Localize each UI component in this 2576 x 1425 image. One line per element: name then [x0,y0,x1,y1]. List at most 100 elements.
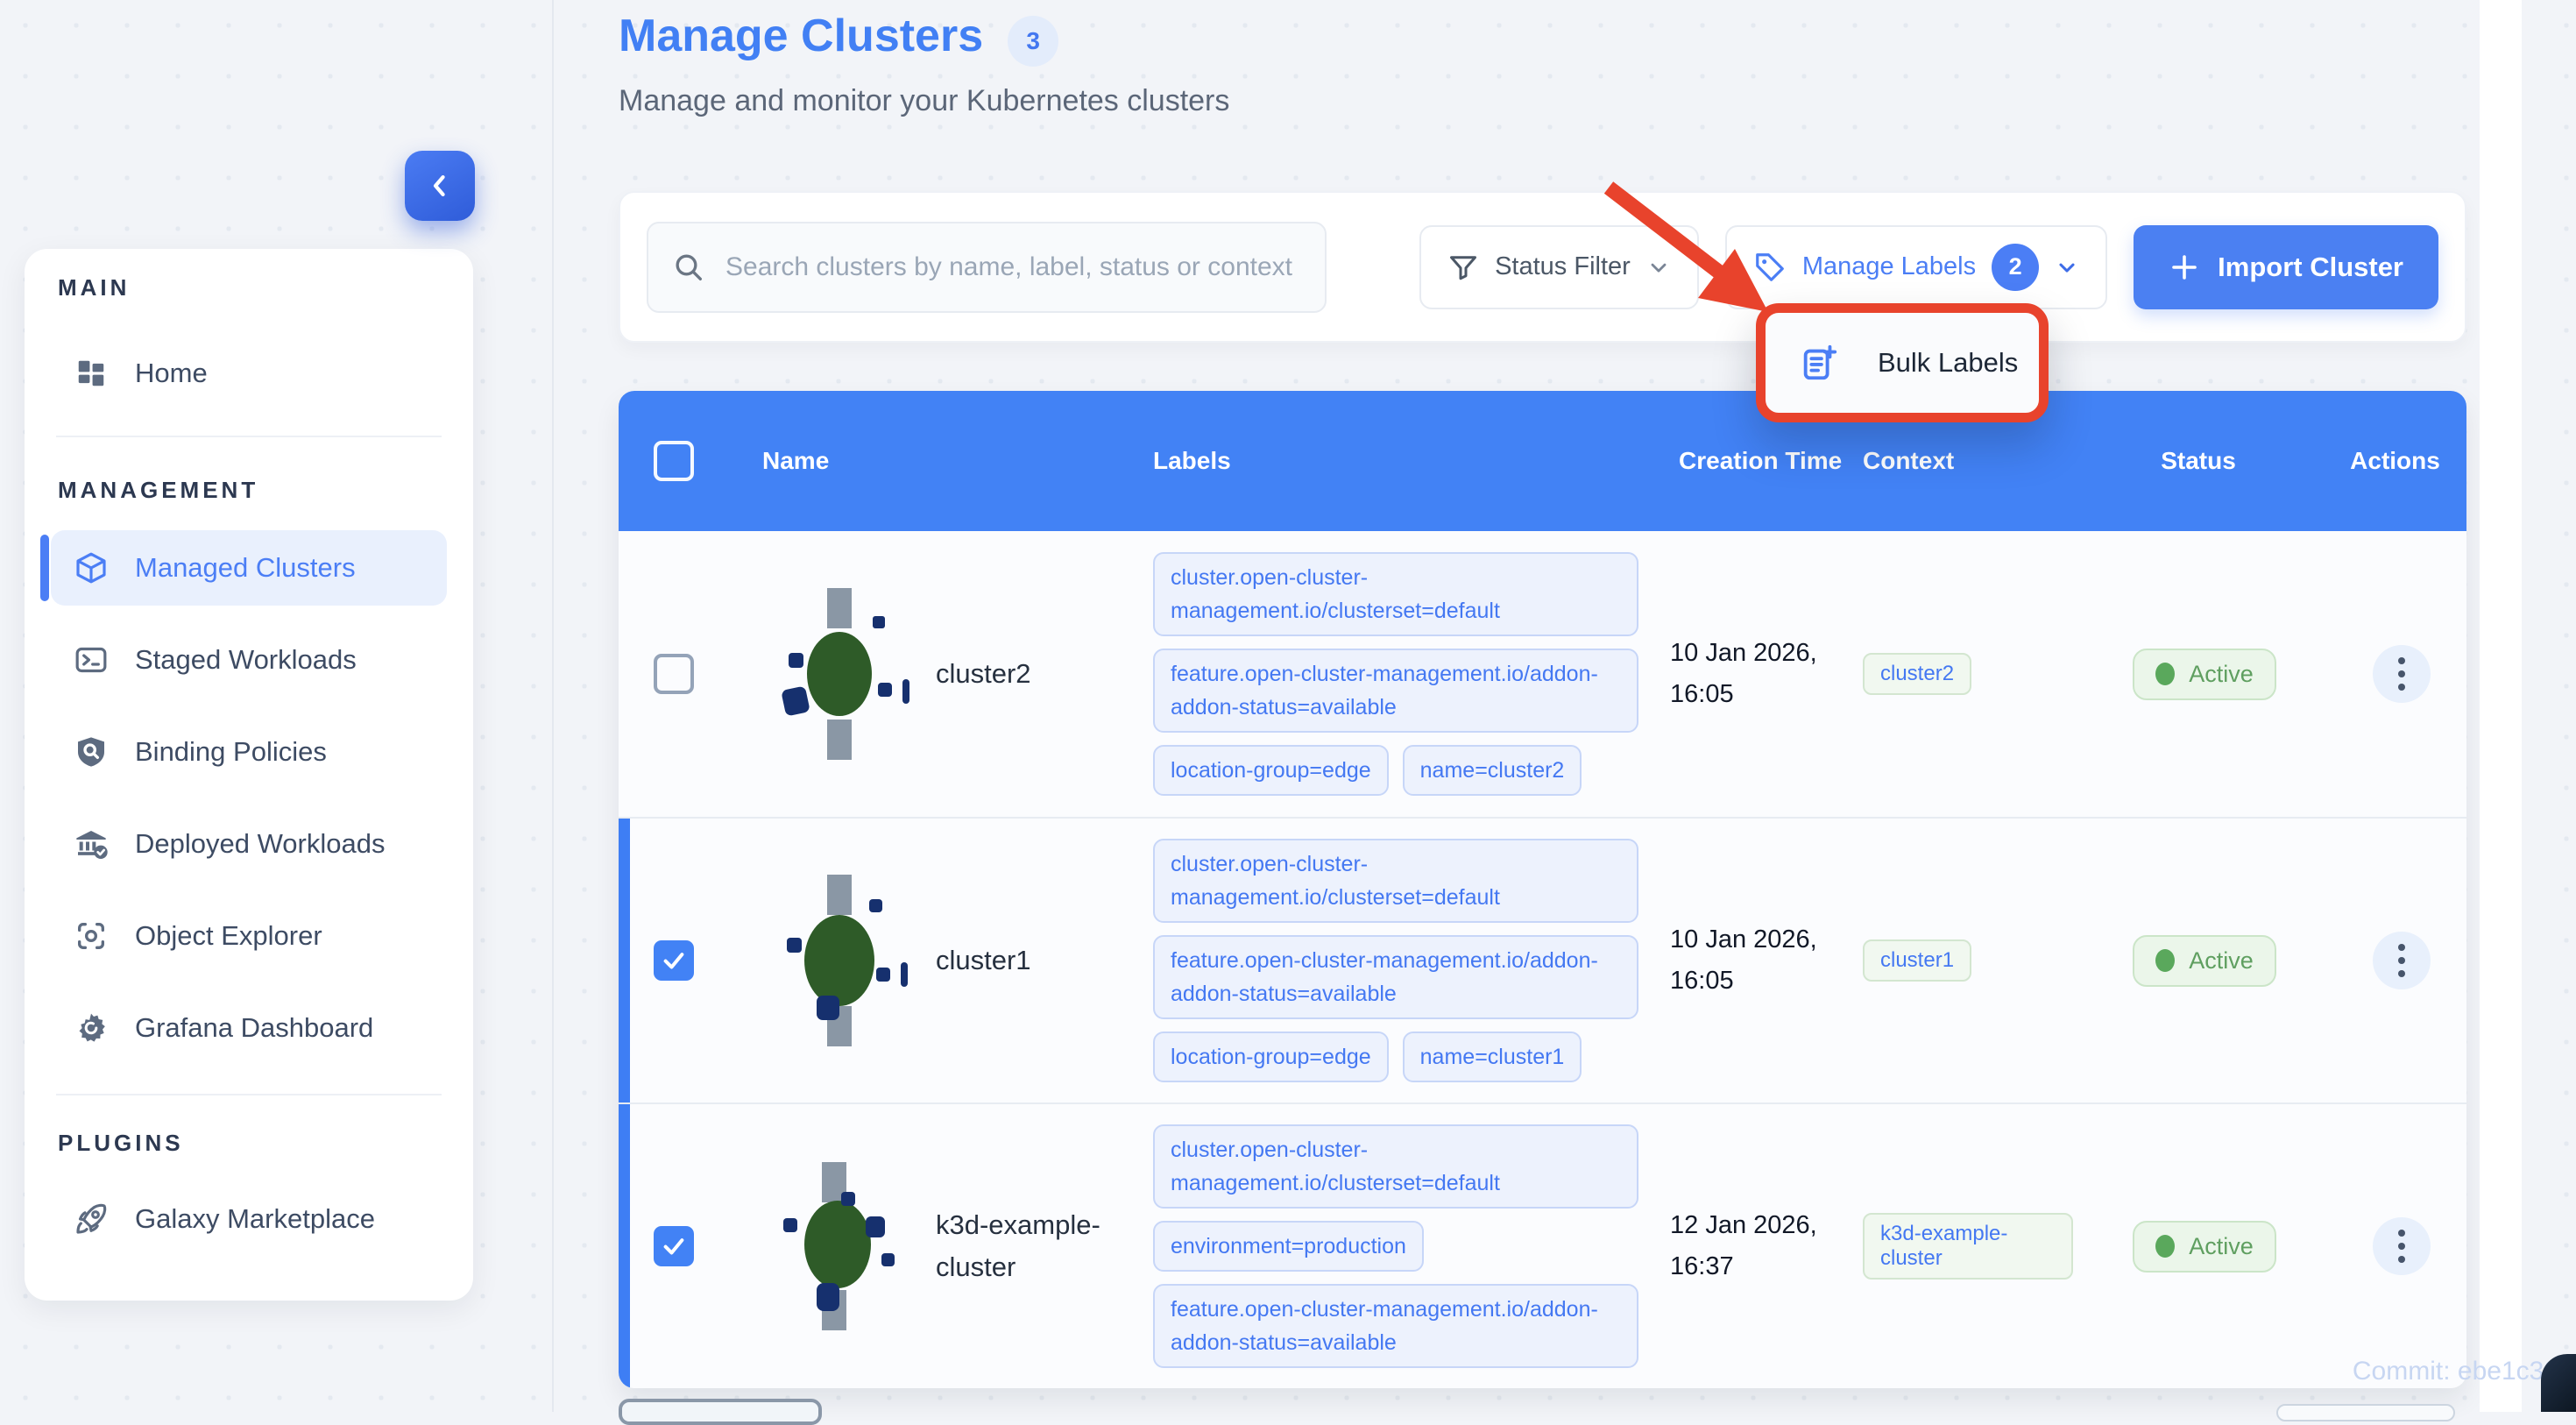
cluster-scatter-icon [764,1150,913,1343]
status-dot-icon [2155,949,2176,972]
bulk-labels-icon [1799,343,1839,383]
sidebar-item-deployed-workloads[interactable]: Deployed Workloads [51,806,447,882]
grafana-icon [74,1010,109,1046]
status-badge: Active [2133,648,2276,700]
cube-icon [74,550,109,585]
search-icon [671,250,706,285]
label-chip: feature.open-cluster-management.io/addon… [1153,935,1638,1019]
select-all-checkbox[interactable] [654,441,694,481]
search-field-wrap [647,221,1327,313]
sidebar-item-label: Staged Workloads [135,644,357,675]
label-chip: name=cluster1 [1402,1032,1582,1082]
creation-time: 10 Jan 2026, 16:05 [1670,639,1817,708]
status-badge: Active [2133,934,2276,987]
sidebar-item-object-explorer[interactable]: Object Explorer [51,898,447,974]
bulk-labels-menu-item[interactable]: Bulk Labels [1756,303,2049,422]
table-header-row: Name Labels Creation Time Context Status… [619,391,2466,531]
home-grid-icon [74,356,109,391]
row-actions-kebab-button[interactable] [2372,932,2431,989]
column-header-actions: Actions [2350,447,2440,474]
sidebar-divider [56,436,442,437]
cluster-name: k3d-example-cluster [936,1209,1100,1282]
bank-check-icon [74,826,109,861]
manage-labels-label: Manage Labels [1801,252,1977,280]
sidebar-item-grafana-dashboard[interactable]: Grafana Dashboard [51,990,447,1066]
sidebar-item-label: Grafana Dashboard [135,1012,374,1043]
label-chip: feature.open-cluster-management.io/addon… [1153,649,1638,733]
page-subtitle: Manage and monitor your Kubernetes clust… [619,84,1230,117]
row-actions-kebab-button[interactable] [2372,645,2431,703]
status-dot-icon [2155,1235,2176,1258]
label-chip: location-group=edge [1153,1032,1389,1082]
label-chip: feature.open-cluster-management.io/addon… [1153,1284,1638,1368]
cluster-count-badge: 3 [1008,16,1059,67]
label-chip: name=cluster2 [1402,745,1582,796]
creation-time: 12 Jan 2026, 16:37 [1670,1211,1817,1280]
label-chip: cluster.open-cluster-management.io/clust… [1153,552,1638,636]
row-checkbox[interactable] [654,1226,694,1266]
sidebar-divider [56,1094,442,1095]
search-input[interactable] [647,221,1327,313]
cluster-name: cluster2 [936,658,1031,689]
cluster-scatter-icon [764,578,913,770]
corner-widget-partial[interactable] [2541,1354,2576,1412]
funnel-icon [1447,252,1479,283]
pagination-partial-control[interactable] [2276,1404,2455,1421]
column-header-name: Name [762,447,830,474]
label-chip: cluster.open-cluster-management.io/clust… [1153,1124,1638,1209]
sidebar-item-label: Binding Policies [135,736,327,767]
table-row-cluster2: cluster2 cluster.open-cluster-management… [619,531,2466,817]
toolbar: Status Filter Manage Labels 2 Import Clu… [619,191,2466,343]
status-label: Active [2189,660,2254,687]
column-header-creation-time: Creation Time [1679,447,1843,474]
clusters-table: Name Labels Creation Time Context Status… [619,391,2466,1388]
status-label: Active [2189,1232,2254,1259]
rocket-icon [74,1202,109,1237]
context-chip: cluster2 [1863,653,1972,695]
sidebar-collapse-button[interactable] [405,151,475,221]
table-row-k3d-example-cluster: k3d-example-cluster cluster.open-cluster… [619,1102,2466,1388]
tag-icon [1753,251,1787,284]
status-badge: Active [2133,1220,2276,1273]
sidebar-item-binding-policies[interactable]: Binding Policies [51,714,447,790]
sidebar-item-label: Deployed Workloads [135,828,386,859]
sidebar-section-plugins: PLUGINS [58,1130,184,1156]
row-checkbox[interactable] [654,654,694,694]
status-filter-button[interactable]: Status Filter [1419,224,1699,309]
table-row-cluster1: cluster1 cluster.open-cluster-management… [619,817,2466,1102]
shield-search-icon [74,734,109,769]
label-chip: cluster.open-cluster-management.io/clust… [1153,839,1638,923]
sidebar-item-label: Galaxy Marketplace [135,1203,375,1234]
status-filter-label: Status Filter [1495,252,1631,280]
chevron-down-icon [1646,255,1671,280]
pagination-partial-control[interactable] [619,1399,822,1425]
sidebar-main-divider [552,0,554,1412]
cluster-scatter-icon [764,864,913,1057]
sidebar-item-managed-clusters[interactable]: Managed Clusters [40,530,447,606]
chevron-left-icon [425,171,455,201]
sidebar-item-label: Object Explorer [135,920,322,951]
sidebar: MAIN Home MANAGEMENT Managed Clusters St… [25,249,473,1301]
sidebar-item-label: Home [135,358,208,388]
terminal-icon [74,642,109,677]
import-cluster-button[interactable]: Import Cluster [2134,224,2438,309]
sidebar-item-home[interactable]: Home [51,336,447,411]
chevron-down-icon [2055,255,2079,280]
column-header-status: Status [2161,447,2236,474]
label-chip: environment=production [1153,1221,1424,1272]
context-chip: cluster1 [1863,939,1972,982]
manage-labels-button[interactable]: Manage Labels 2 [1724,224,2108,309]
plus-icon [2169,252,2200,283]
row-checkbox[interactable] [654,940,694,981]
commit-hash-label: Commit: ebe1c30 [2352,1357,2558,1386]
sidebar-item-staged-workloads[interactable]: Staged Workloads [51,622,447,698]
creation-time: 10 Jan 2026, 16:05 [1670,925,1817,995]
column-header-labels: Labels [1153,447,1231,474]
page-scrollbar[interactable] [2480,0,2522,1412]
bulk-labels-label: Bulk Labels [1878,347,2019,378]
row-actions-kebab-button[interactable] [2372,1217,2431,1275]
label-chip: location-group=edge [1153,745,1389,796]
column-header-context: Context [1863,447,1955,474]
cluster-name: cluster1 [936,945,1031,975]
sidebar-item-galaxy-marketplace[interactable]: Galaxy Marketplace [51,1181,447,1257]
